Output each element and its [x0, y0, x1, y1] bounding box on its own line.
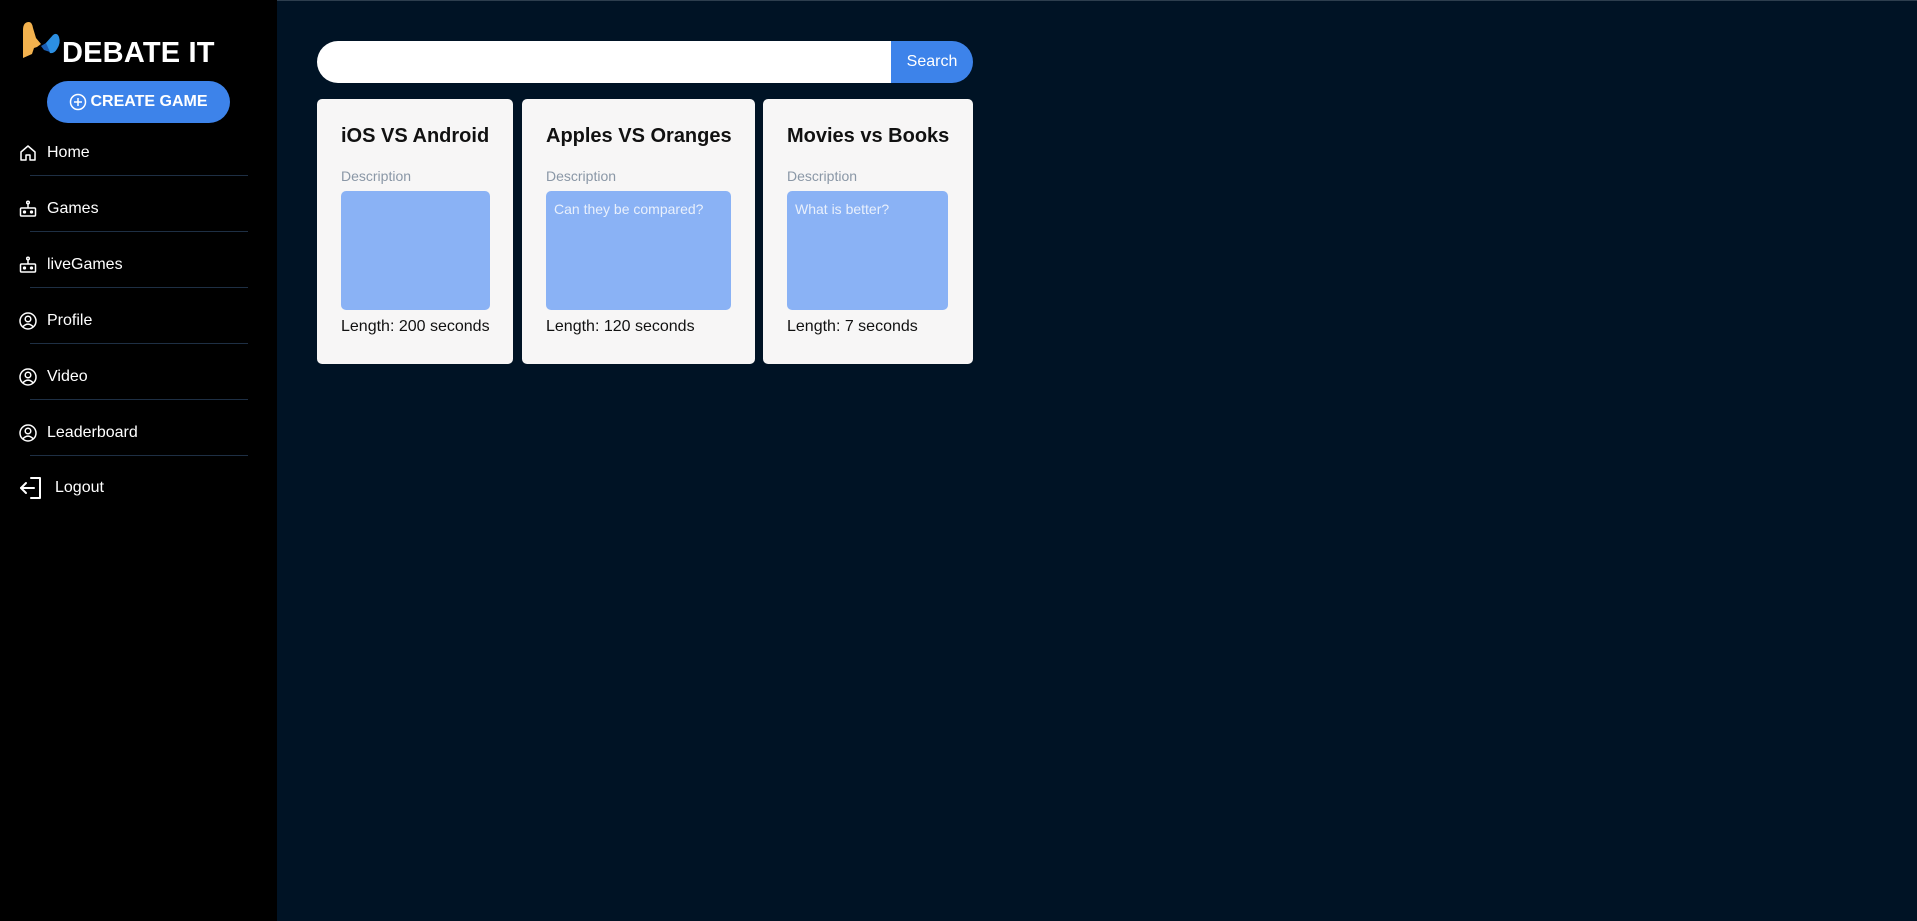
sidebar-item-livegames[interactable]: liveGames — [18, 247, 248, 283]
sidebar-divider — [30, 231, 248, 232]
sidebar-item-home[interactable]: Home — [18, 135, 248, 171]
sidebar-divider — [30, 175, 248, 176]
sidebar-item-profile[interactable]: Profile — [18, 303, 248, 339]
sidebar-item-label: Games — [47, 200, 99, 217]
logo[interactable]: DEBATE IT — [20, 20, 240, 70]
game-title: Apples VS Oranges — [546, 125, 732, 147]
logo-text: DEBATE IT — [62, 37, 215, 69]
top-border — [0, 0, 1917, 1]
logout-icon — [18, 475, 44, 501]
search-button[interactable]: Search — [891, 41, 973, 83]
search-input[interactable] — [317, 41, 892, 83]
sidebar-divider — [30, 343, 248, 344]
game-length: Length: 200 seconds — [341, 318, 490, 335]
description-label: Description — [546, 168, 617, 184]
robot-icon — [18, 255, 38, 275]
description-label: Description — [787, 168, 858, 184]
create-game-label: CREATE GAME — [90, 93, 208, 110]
sidebar: DEBATE IT CREATE GAME Home Games liveGam… — [0, 0, 277, 921]
game-card[interactable]: Apples VS Oranges Description Can they b… — [522, 99, 755, 364]
user-circle-icon — [18, 311, 38, 331]
home-icon — [18, 143, 38, 163]
search-bar: Search — [317, 41, 973, 83]
sidebar-item-video[interactable]: Video — [18, 359, 248, 395]
game-length: Length: 120 seconds — [546, 318, 695, 335]
game-card[interactable]: iOS VS Android Description Length: 200 s… — [317, 99, 513, 364]
sidebar-item-label: Video — [47, 368, 88, 385]
description-box: Can they be compared? — [546, 191, 731, 310]
robot-icon — [18, 199, 38, 219]
sidebar-item-leaderboard[interactable]: Leaderboard — [18, 415, 248, 451]
sidebar-divider — [30, 287, 248, 288]
sidebar-item-games[interactable]: Games — [18, 191, 248, 227]
create-game-button[interactable]: CREATE GAME — [47, 81, 230, 123]
debate-logo-icon — [23, 22, 60, 58]
sidebar-divider — [30, 399, 248, 400]
sidebar-item-label: Home — [47, 144, 90, 161]
description-box: What is better? — [787, 191, 948, 310]
logout-button[interactable]: Logout — [18, 475, 104, 501]
sidebar-item-label: Profile — [47, 312, 93, 329]
logout-label: Logout — [55, 479, 104, 496]
user-circle-icon — [18, 423, 38, 443]
game-title: Movies vs Books — [787, 125, 950, 147]
sidebar-item-label: Leaderboard — [47, 424, 138, 441]
description-label: Description — [341, 168, 412, 184]
sidebar-divider — [30, 455, 248, 456]
game-card[interactable]: Movies vs Books Description What is bett… — [763, 99, 973, 364]
game-length: Length: 7 seconds — [787, 318, 918, 335]
description-box — [341, 191, 490, 310]
plus-circle-icon — [70, 93, 87, 111]
sidebar-item-label: liveGames — [47, 256, 123, 273]
game-title: iOS VS Android — [341, 125, 490, 147]
user-circle-icon — [18, 367, 38, 387]
